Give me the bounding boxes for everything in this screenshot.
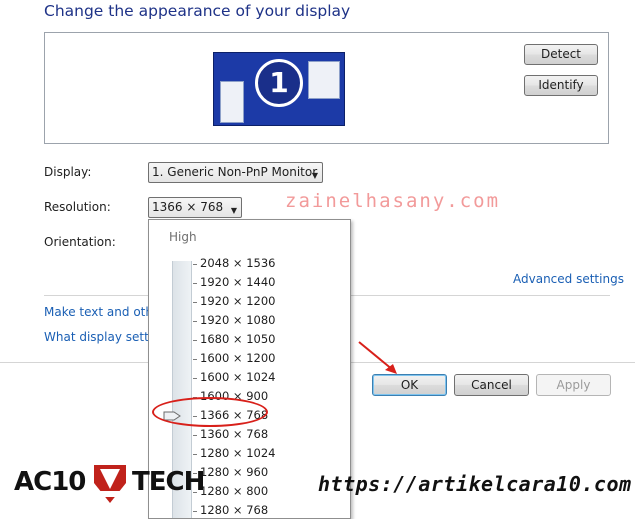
resolution-option[interactable]: 2048 × 1536	[200, 256, 275, 270]
slider-tick	[193, 340, 197, 341]
display-select-value: 1. Generic Non-PnP Monitor	[152, 165, 318, 179]
resolution-option[interactable]: 1680 × 1050	[200, 332, 275, 346]
identify-button[interactable]: Identify	[524, 75, 598, 96]
slider-tick	[193, 435, 197, 436]
desktop-window-icon	[220, 81, 244, 123]
slider-tick	[193, 321, 197, 322]
monitor-icon[interactable]: 1	[213, 52, 345, 126]
slider-tick	[193, 264, 197, 265]
resolution-option[interactable]: 1280 × 800	[200, 484, 268, 498]
ac10-tech-logo: AC10 TECH	[14, 463, 205, 507]
orientation-label: Orientation:	[44, 235, 116, 249]
resolution-option[interactable]: 1600 × 1024	[200, 370, 275, 384]
display-label: Display:	[44, 165, 92, 179]
logo-text-left: AC10	[14, 467, 86, 497]
slider-tick	[193, 283, 197, 284]
cancel-button[interactable]: Cancel	[454, 374, 529, 396]
watermark-text: zainelhasany.com	[285, 190, 501, 212]
monitor-number-badge: 1	[255, 59, 303, 107]
annotation-arrow-icon	[358, 341, 397, 374]
site-url-text: https://artikelcara10.com	[318, 472, 632, 496]
chevron-down-icon: ▼	[230, 206, 237, 215]
resolution-option[interactable]: 1360 × 768	[200, 427, 268, 441]
resolution-label: Resolution:	[44, 200, 111, 214]
resolution-option[interactable]: 1280 × 1024	[200, 446, 275, 460]
page-title: Change the appearance of your display	[44, 2, 351, 20]
resolution-option[interactable]: 1600 × 1200	[200, 351, 275, 365]
slider-tick	[193, 359, 197, 360]
resolution-select[interactable]: 1366 × 768 ▼	[148, 197, 242, 218]
resolution-option[interactable]: 1280 × 960	[200, 465, 268, 479]
shield-icon	[94, 465, 126, 503]
dropdown-high-label: High	[169, 230, 197, 244]
slider-tick	[193, 454, 197, 455]
detect-button[interactable]: Detect	[524, 44, 598, 65]
resolution-option[interactable]: 1920 × 1200	[200, 294, 275, 308]
slider-tick	[193, 378, 197, 379]
resolution-select-value: 1366 × 768	[152, 200, 224, 214]
resolution-option[interactable]: 1920 × 1440	[200, 275, 275, 289]
resolution-option[interactable]: 1280 × 768	[200, 503, 268, 517]
slider-tick	[193, 511, 197, 512]
display-select[interactable]: 1. Generic Non-PnP Monitor ▼	[148, 162, 323, 183]
logo-text-right: TECH	[132, 467, 205, 497]
advanced-settings-link[interactable]: Advanced settings	[513, 272, 624, 286]
annotation-circle	[152, 397, 268, 427]
slider-tick	[193, 302, 197, 303]
chevron-down-icon: ▼	[311, 171, 318, 180]
desktop-window-icon	[308, 61, 340, 99]
resolution-option[interactable]: 1920 × 1080	[200, 313, 275, 327]
apply-button: Apply	[536, 374, 611, 396]
